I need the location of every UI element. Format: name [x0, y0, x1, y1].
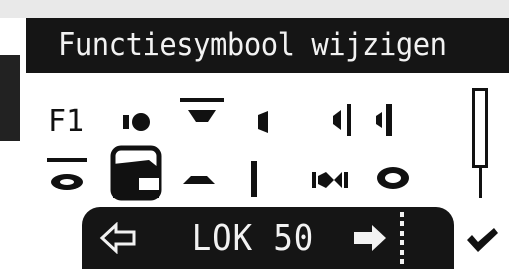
grid-cell-fan[interactable] [370, 156, 416, 200]
prev-button[interactable] [96, 216, 140, 260]
grid-cell-speaker[interactable] [366, 98, 406, 142]
scrollbar-track [472, 88, 488, 168]
left-speaker-icon [258, 111, 268, 133]
scrollbar-stem [479, 168, 482, 198]
grid-cell-left-speaker[interactable] [244, 102, 280, 142]
grid-cell-sound[interactable] [116, 102, 160, 142]
sound-icon [123, 113, 150, 131]
grid-cell-selected[interactable] [106, 142, 170, 204]
scrollbar[interactable] [468, 88, 494, 198]
function-key-label: F1 [47, 104, 85, 139]
arrow-left-outline-icon [99, 222, 136, 254]
bezel-left [0, 55, 20, 141]
grid-cell-headlight[interactable] [174, 90, 230, 142]
grid-cell-horn[interactable] [324, 98, 362, 142]
next-button[interactable] [348, 216, 392, 260]
horn-icon [333, 104, 351, 136]
bezel-top [0, 0, 509, 18]
speaker-icon [376, 104, 392, 136]
arrow-right-filled-icon [354, 225, 386, 251]
checkmark-icon [467, 228, 498, 252]
title-bar: Functiesymbool wijzigen [26, 18, 509, 73]
confirm-button[interactable] [462, 222, 502, 258]
dotted-separator [398, 212, 406, 264]
pantograph-icon [251, 161, 257, 197]
grid-cell-buffer[interactable] [302, 160, 358, 200]
coupler-icon [183, 176, 215, 184]
grid-cell-coupler[interactable] [176, 162, 222, 198]
fan-icon [377, 167, 409, 189]
grid-cell-pantograph[interactable] [236, 156, 272, 202]
buffer-icon [312, 172, 348, 188]
lamp-icon [47, 158, 87, 190]
headlight-icon [180, 98, 224, 122]
grid-cell-lamp[interactable] [40, 152, 94, 202]
locomotive-name: LOK 50 [191, 217, 315, 259]
lcd-screen: Functiesymbool wijzigen F1 LOK 50 [0, 0, 509, 269]
function-symbol-grid: F1 [26, 80, 456, 205]
page-title: Functiesymbool wijzigen [58, 27, 447, 63]
selected-symbol-icon [110, 145, 162, 201]
grid-cell-f1[interactable]: F1 [40, 100, 92, 144]
